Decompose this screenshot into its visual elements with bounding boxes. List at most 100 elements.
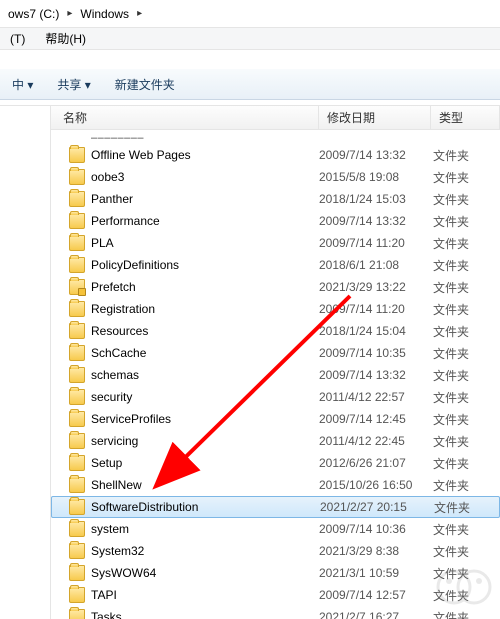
list-item[interactable]: ServiceProfiles 2009/7/14 12:45 文件夹 [51,408,500,430]
file-name: SysWOW64 [91,566,319,580]
file-type: 文件夹 [433,323,469,340]
folder-icon [69,279,85,295]
list-item[interactable]: SchCache 2009/7/14 10:35 文件夹 [51,342,500,364]
file-type: 文件夹 [433,565,469,582]
list-item[interactable]: Tasks 2021/2/7 16:27 文件夹 [51,606,500,619]
menubar: (T) 帮助(H) [0,28,500,50]
file-list[interactable]: 名称 修改日期 类型 –––––––– Offline Web Pages 20… [51,106,500,619]
folder-icon [69,455,85,471]
breadcrumb-part-windows[interactable]: Windows [76,5,133,23]
file-type: 文件夹 [433,235,469,252]
list-item[interactable]: oobe3 2015/5/8 19:08 文件夹 [51,166,500,188]
file-name: PolicyDefinitions [91,258,319,272]
folder-icon [69,433,85,449]
folder-icon [69,345,85,361]
file-date: 2015/5/8 19:08 [319,170,433,184]
list-item[interactable]: Panther 2018/1/24 15:03 文件夹 [51,188,500,210]
folder-icon [69,609,85,619]
list-item[interactable]: –––––––– [51,130,500,144]
file-type: 文件夹 [433,455,469,472]
file-name: TAPI [91,588,319,602]
chevron-right-icon[interactable]: ▸ [63,8,76,19]
breadcrumb-part-drive[interactable]: ows7 (C:) [4,5,63,23]
list-item[interactable]: Prefetch 2021/3/29 13:22 文件夹 [51,276,500,298]
file-name: SoftwareDistribution [91,500,320,514]
list-item[interactable]: PolicyDefinitions 2018/6/1 21:08 文件夹 [51,254,500,276]
folder-icon [69,499,85,515]
column-header-name[interactable]: 名称 [51,106,319,129]
navigation-pane[interactable] [0,106,51,619]
file-date: 2021/3/29 13:22 [319,280,433,294]
folder-icon [69,521,85,537]
file-date: 2009/7/14 11:20 [319,236,433,250]
list-item[interactable]: servicing 2011/4/12 22:45 文件夹 [51,430,500,452]
file-type: 文件夹 [433,191,469,208]
file-name: Setup [91,456,319,470]
toolbar-new-folder[interactable]: 新建文件夹 [103,72,187,97]
list-item[interactable]: Setup 2012/6/26 21:07 文件夹 [51,452,500,474]
file-name: Registration [91,302,319,316]
file-type: 文件夹 [433,345,469,362]
file-type: 文件夹 [433,257,469,274]
file-date: 2011/4/12 22:57 [319,390,433,404]
folder-icon [69,191,85,207]
file-type: 文件夹 [433,389,469,406]
breadcrumb[interactable]: ows7 (C:) ▸ Windows ▸ [0,0,500,28]
folder-icon [69,367,85,383]
list-item[interactable]: Registration 2009/7/14 11:20 文件夹 [51,298,500,320]
file-date: 2009/7/14 12:45 [319,412,433,426]
list-item[interactable]: Resources 2018/1/24 15:04 文件夹 [51,320,500,342]
list-item[interactable]: Offline Web Pages 2009/7/14 13:32 文件夹 [51,144,500,166]
folder-icon [69,323,85,339]
toolbar: 中 ▾ 共享 ▾ 新建文件夹 [0,68,500,100]
folder-icon [69,389,85,405]
toolbar-organize[interactable]: 中 ▾ [0,72,45,97]
lock-icon [78,288,86,296]
folder-icon [69,543,85,559]
file-date: 2012/6/26 21:07 [319,456,433,470]
file-date: 2018/1/24 15:03 [319,192,433,206]
file-date: 2009/7/14 13:32 [319,214,433,228]
menu-tools[interactable]: (T) [0,30,35,48]
folder-icon [69,477,85,493]
chevron-right-icon[interactable]: ▸ [133,8,146,19]
file-type: 文件夹 [433,367,469,384]
file-type: 文件夹 [433,147,469,164]
list-item[interactable]: TAPI 2009/7/14 12:57 文件夹 [51,584,500,606]
file-name: System32 [91,544,319,558]
file-type: 文件夹 [433,587,469,604]
list-item[interactable]: PLA 2009/7/14 11:20 文件夹 [51,232,500,254]
file-name: Prefetch [91,280,319,294]
file-type: 文件夹 [433,521,469,538]
list-item[interactable]: system 2009/7/14 10:36 文件夹 [51,518,500,540]
list-item[interactable]: Performance 2009/7/14 13:32 文件夹 [51,210,500,232]
file-date: 2021/3/29 8:38 [319,544,433,558]
column-header-type[interactable]: 类型 [431,106,500,129]
file-type: 文件夹 [433,279,469,296]
folder-icon [69,147,85,163]
column-headers[interactable]: 名称 修改日期 类型 [51,106,500,130]
list-item[interactable]: SoftwareDistribution 2021/2/27 20:15 文件夹 [51,496,500,518]
folder-icon [69,301,85,317]
list-item[interactable]: security 2011/4/12 22:57 文件夹 [51,386,500,408]
list-item[interactable]: ShellNew 2015/10/26 16:50 文件夹 [51,474,500,496]
folder-icon [69,235,85,251]
toolbar-share[interactable]: 共享 ▾ [45,72,102,97]
list-item[interactable]: schemas 2009/7/14 13:32 文件夹 [51,364,500,386]
file-type: 文件夹 [433,169,469,186]
file-date: 2009/7/14 11:20 [319,302,433,316]
file-type: 文件夹 [433,477,469,494]
file-name: SchCache [91,346,319,360]
folder-icon [69,565,85,581]
file-name: ServiceProfiles [91,412,319,426]
folder-icon [69,411,85,427]
menu-help[interactable]: 帮助(H) [35,28,96,49]
folder-icon [69,213,85,229]
list-item[interactable]: System32 2021/3/29 8:38 文件夹 [51,540,500,562]
list-item[interactable]: SysWOW64 2021/3/1 10:59 文件夹 [51,562,500,584]
column-header-date[interactable]: 修改日期 [319,106,431,129]
file-name: Panther [91,192,319,206]
file-date: 2021/3/1 10:59 [319,566,433,580]
file-date: 2009/7/14 13:32 [319,148,433,162]
file-type: 文件夹 [433,609,469,619]
